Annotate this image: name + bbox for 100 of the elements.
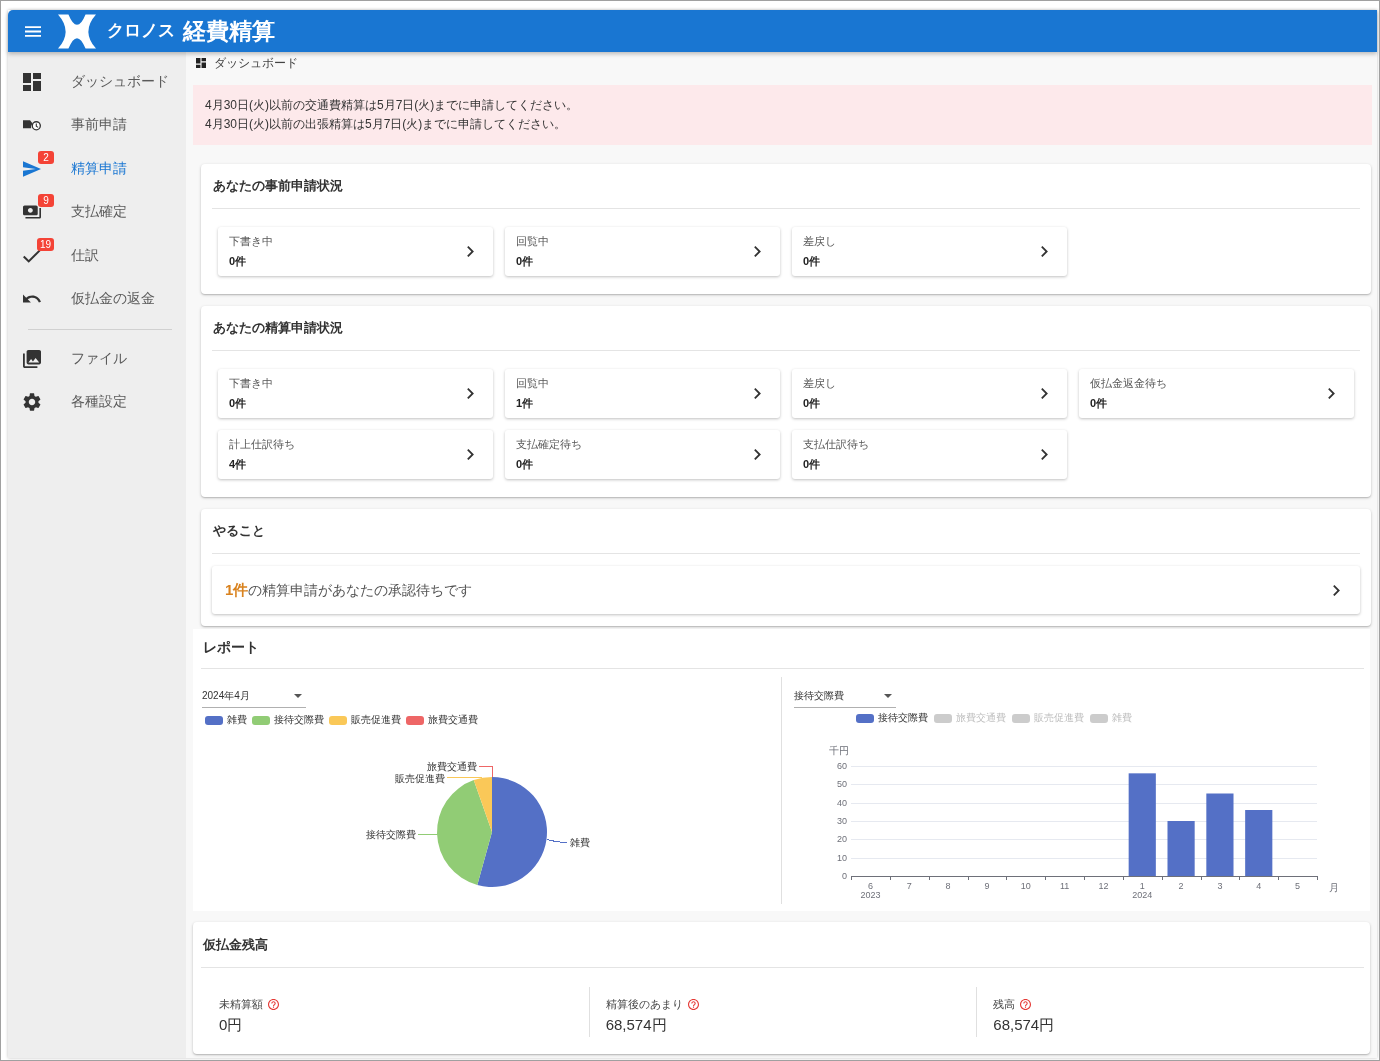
nav-item[interactable]: ダッシュボード (8, 60, 186, 104)
legend-swatch-icon (934, 713, 952, 723)
axis-label: 40 (837, 797, 847, 808)
legend-item[interactable]: 販売促進費 (329, 714, 401, 726)
slice-label: 販売促進費 (395, 772, 445, 784)
status-tile[interactable]: 回覧中 0件 (505, 227, 780, 276)
legend-item[interactable]: 接待交際費 (252, 714, 324, 726)
chevron-right-icon (1328, 388, 1335, 399)
status-tile[interactable]: 回覧中 1件 (505, 369, 780, 418)
status-count: 0件 (1090, 397, 1108, 410)
axis-label: 4 (1256, 881, 1262, 891)
card-title: 仮払金残高 (201, 936, 268, 954)
status-tile[interactable]: 差戻し 0件 (792, 227, 1067, 276)
status-count: 1件 (516, 397, 534, 410)
nav-item[interactable]: 9 支払確定 (8, 190, 186, 234)
chevron-right-icon (1333, 584, 1340, 596)
card-title: あなたの事前申請状況 (212, 177, 343, 195)
status-label: 差戻し (803, 377, 836, 390)
legend-item[interactable]: 接待交際費 (856, 712, 928, 724)
status-label: 仮払金返金待ち (1090, 377, 1167, 390)
axis-label: 3 (1217, 881, 1223, 891)
notice-text: 4月30日(火)以前の交通費精算は5月7日(火)までに申請してください。 (205, 97, 579, 114)
bar (1167, 821, 1195, 876)
axis-label: 7 (906, 881, 912, 891)
axis-label: 20 (837, 834, 847, 845)
help-icon[interactable] (687, 998, 699, 1010)
notice-text: 4月30日(火)以前の出張精算は5月7日(火)までに申請してください。 (205, 116, 567, 133)
balance-label: 精算後のあまり (605, 996, 683, 1012)
caret-down-icon (294, 694, 302, 698)
dashboard-icon (196, 58, 206, 68)
leader-line (417, 834, 438, 835)
axis-label: 50 (837, 779, 847, 790)
section-title: レポート (202, 638, 259, 657)
slice-label: 旅費交通費 (427, 760, 477, 772)
status-tile[interactable]: 下書き中 0件 (218, 369, 493, 418)
axis-label: 11 (1059, 881, 1070, 891)
axis-title: 月 (1329, 882, 1339, 893)
nav-item[interactable]: 2 精算申請 (8, 147, 186, 191)
nav-item[interactable]: 仮払金の返金 (8, 277, 186, 321)
status-tile[interactable]: 支払仕訳待ち 0件 (792, 430, 1067, 479)
axis-label: 9 (984, 881, 990, 891)
caret-down-icon (884, 694, 892, 698)
chevron-right-icon (1041, 246, 1048, 257)
axis-label: 2 (1178, 881, 1184, 891)
chevron-right-icon (467, 388, 474, 399)
help-icon[interactable] (1020, 998, 1032, 1010)
todo-text: 1件の精算申請があなたの承認待ちです (225, 580, 473, 600)
axis-label: 60 (837, 761, 847, 771)
status-label: 下書き中 (229, 235, 273, 248)
status-tile[interactable]: 支払確定待ち 0件 (505, 430, 780, 479)
status-tile[interactable]: 下書き中 0件 (218, 227, 493, 276)
chevron-right-icon (754, 449, 761, 460)
balance-value: 68,574円 (605, 1015, 667, 1035)
legend-item[interactable]: 雑費 (205, 714, 247, 726)
help-icon[interactable] (268, 998, 279, 1010)
nav-item[interactable]: 各種設定 (8, 380, 186, 424)
card-title: あなたの精算申請状況 (212, 319, 343, 337)
axis-label: 10 (1020, 881, 1031, 891)
status-count: 0件 (516, 458, 534, 471)
status-tile[interactable]: 計上仕訳待ち 4件 (218, 430, 493, 479)
status-label: 回覧中 (516, 235, 549, 248)
menu-icon[interactable] (25, 25, 41, 37)
balance-label: 未精算額 (219, 996, 263, 1012)
legend-item[interactable]: 旅費交通費 (406, 714, 478, 726)
axis-title: 千円 (829, 745, 849, 756)
status-count: 0件 (803, 255, 821, 268)
axis-label: 1 2024 (1132, 881, 1153, 900)
status-label: 支払仕訳待ち (803, 438, 869, 451)
axis-label: 6 2023 (860, 881, 881, 900)
axis-label: 10 (837, 852, 847, 863)
nav-item[interactable]: ファイル (8, 337, 186, 381)
notification-badge: 2 (38, 150, 54, 164)
product-name: 経費精算 (183, 18, 275, 44)
status-label: 回覧中 (516, 377, 549, 390)
category-select[interactable]: 接待交際費 (794, 685, 896, 708)
logo-icon (58, 13, 96, 49)
bar (1245, 810, 1273, 876)
axis-label: 5 (1295, 881, 1301, 891)
status-tile[interactable]: 仮払金返金待ち 0件 (1079, 369, 1354, 418)
card-title: やること (212, 522, 265, 540)
status-count: 0件 (803, 397, 821, 410)
status-count: 0件 (516, 255, 534, 268)
chevron-right-icon (754, 388, 761, 399)
brand-name: クロノス (107, 21, 175, 41)
status-tile[interactable]: 差戻し 0件 (792, 369, 1067, 418)
month-select[interactable]: 2024年4月 (202, 685, 306, 708)
chevron-right-icon (467, 246, 474, 257)
nav-item[interactable]: 事前申請 (8, 103, 186, 147)
chevron-right-icon (467, 449, 474, 460)
legend-swatch-icon (1090, 713, 1108, 723)
notification-badge: 9 (38, 194, 54, 208)
chevron-right-icon (754, 246, 761, 257)
status-label: 計上仕訳待ち (229, 438, 295, 451)
breadcrumb-text: ダッシュボード (214, 54, 298, 72)
leader-line (546, 839, 568, 843)
balance-value: 0円 (219, 1015, 243, 1035)
todo-item[interactable]: 1件の精算申請があなたの承認待ちです (212, 566, 1360, 614)
axis-label: 12 (1098, 881, 1109, 891)
notification-badge: 19 (36, 237, 54, 251)
nav-item[interactable]: 19 仕訳 (8, 234, 186, 278)
